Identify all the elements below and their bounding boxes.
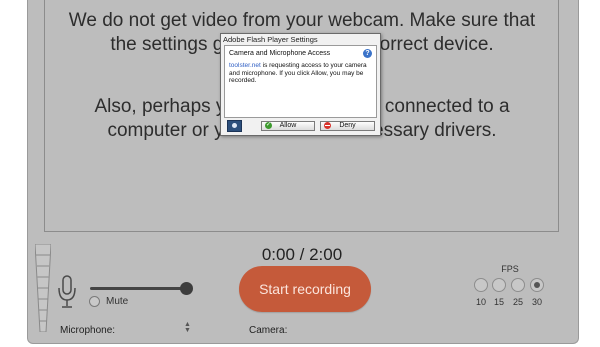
fps-option-15: 15 [493, 297, 504, 307]
allow-label: Allow [279, 122, 297, 129]
mic-volume-slider[interactable] [90, 287, 188, 290]
flash-settings-dialog: Adobe Flash Player Settings Camera and M… [220, 33, 381, 136]
fps-option-10: 10 [475, 297, 486, 307]
dialog-title: Adobe Flash Player Settings [223, 35, 318, 44]
fps-option-25: 25 [512, 297, 523, 307]
camera-settings-icon[interactable] [227, 120, 242, 132]
dialog-heading: Camera and Microphone Access [229, 50, 331, 57]
allow-button[interactable]: ✓ Allow [261, 121, 315, 131]
dialog-body: toolster.net is requesting access to you… [229, 62, 374, 85]
deny-icon [324, 122, 331, 129]
deny-button[interactable]: Deny [320, 121, 375, 131]
site-link[interactable]: toolster.net [229, 62, 261, 69]
dialog-panel: Camera and Microphone Access ? toolster.… [224, 45, 377, 118]
fps-radio-15[interactable] [492, 278, 506, 292]
recording-time: 0:00 / 2:00 [261, 245, 343, 264]
checkmark-icon: ✓ [265, 122, 272, 129]
start-recording-button[interactable]: Start recording [239, 266, 371, 312]
help-icon[interactable]: ? [363, 49, 372, 58]
fps-radio-10[interactable] [474, 278, 488, 292]
mute-checkbox[interactable] [89, 296, 100, 307]
audio-level-meter [35, 244, 51, 332]
fps-radio-25[interactable] [511, 278, 525, 292]
camera-label: Camera: [249, 325, 288, 336]
fps-label: FPS [501, 264, 519, 274]
microphone-select-arrows[interactable]: ▲ ▼ [184, 321, 191, 334]
fps-option-30: 30 [531, 297, 542, 307]
mute-label: Mute [106, 296, 129, 307]
mic-volume-knob[interactable] [180, 282, 193, 295]
microphone-label: Microphone: [60, 325, 116, 336]
microphone-icon [58, 275, 76, 308]
deny-label: Deny [339, 122, 356, 129]
fps-radio-30[interactable] [530, 278, 544, 292]
